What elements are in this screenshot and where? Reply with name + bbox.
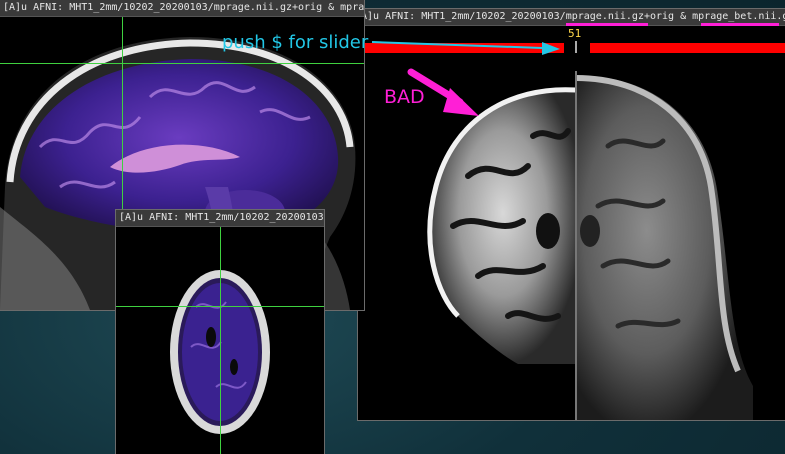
window-titlebar[interactable]: [A]u AFNI: MHT1_2mm/10202_20200103/mprag…: [0, 0, 364, 17]
window-title: [A]u AFNI: MHT1_2mm/10202_20200103/mprag…: [3, 2, 364, 13]
crosshair-vertical: [220, 227, 221, 454]
bad-arrow: [407, 68, 479, 116]
filename-underline-mark: [701, 23, 779, 26]
axial-image-canvas[interactable]: [116, 227, 324, 454]
slider-hint-annotation: push $ for slider: [222, 32, 369, 53]
window-title: A]u AFNI: MHT1_2mm/10202_20200103/mprage…: [361, 11, 785, 22]
slider-track-right[interactable]: [590, 43, 785, 53]
slider-thumb[interactable]: [575, 41, 577, 53]
axial-viewer-window[interactable]: [A]u AFNI: MHT1_2mm/10202_20200103/mprag…: [116, 210, 324, 454]
window-title: [A]u AFNI: MHT1_2mm/10202_20200103/mprag…: [119, 212, 324, 223]
slider-value-label: 51: [568, 27, 582, 40]
slider-hint-arrow: [371, 41, 560, 55]
filename-underline-mark: [566, 23, 648, 26]
window-titlebar[interactable]: [A]u AFNI: MHT1_2mm/10202_20200103/mprag…: [116, 210, 324, 227]
crosshair-horizontal: [0, 63, 364, 64]
